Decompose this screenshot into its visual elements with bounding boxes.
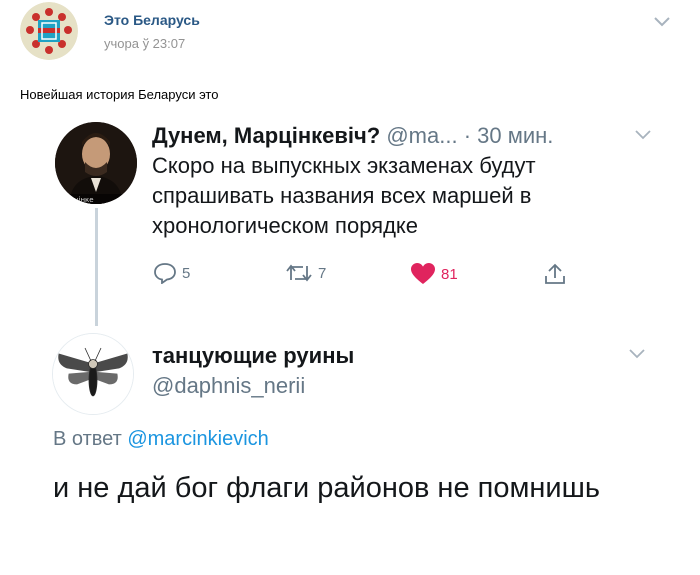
post-timestamp[interactable]: учора ў 23:07 [104, 36, 185, 51]
thread-connector [95, 208, 98, 326]
group-name-link[interactable]: Это Беларусь [104, 12, 200, 28]
reply-to-label: В ответ [53, 428, 122, 450]
tweet1-header: Дунем, Марцінкевіч? @ma... · 30 мин. [152, 123, 553, 149]
reply-icon [154, 263, 176, 284]
tweet2-author-handle[interactable]: @daphnis_nerii [152, 373, 305, 399]
tweet2-text: и не дай бог флаги районов не помнишь [53, 472, 600, 504]
tweet1-text: Скоро на выпускных экзаменах будут спраш… [152, 153, 536, 238]
group-logo-icon [20, 2, 78, 60]
retweet-button[interactable]: 7 [285, 262, 326, 284]
moth-icon [53, 334, 133, 414]
share-icon [545, 263, 565, 284]
avatar-caption: Марцінке [59, 196, 94, 204]
like-count: 81 [441, 265, 458, 283]
tweet1-menu-chevron-icon[interactable] [634, 128, 652, 140]
post-menu-chevron-icon[interactable] [650, 12, 674, 32]
tweet1-avatar[interactable]: Марцінке [55, 122, 137, 204]
reply-count: 5 [182, 264, 191, 282]
tweet1-timestamp[interactable]: · 30 мин. [464, 123, 554, 148]
reply-context: В ответ @marcinkievich [53, 428, 269, 451]
tweet1-author-handle[interactable]: @ma... [386, 123, 457, 148]
portrait-avatar-icon: Марцінке [55, 122, 137, 204]
retweet-count: 7 [318, 264, 327, 282]
heart-icon [411, 263, 435, 284]
reply-to-mention-link[interactable]: @marcinkievich [127, 428, 268, 450]
post-text: Новейшая история Беларуси это [20, 87, 219, 102]
tweet1-author-name[interactable]: Дунем, Марцінкевіч? [152, 123, 380, 148]
reply-button[interactable]: 5 [153, 262, 190, 284]
tweet2-menu-chevron-icon[interactable] [628, 347, 646, 359]
retweet-icon [286, 264, 312, 282]
tweet2-avatar[interactable] [52, 333, 134, 415]
share-button[interactable] [543, 262, 567, 286]
tweet2-author-name[interactable]: танцующие руины [152, 343, 354, 369]
like-button[interactable]: 81 [410, 262, 458, 286]
group-avatar[interactable] [20, 2, 78, 60]
